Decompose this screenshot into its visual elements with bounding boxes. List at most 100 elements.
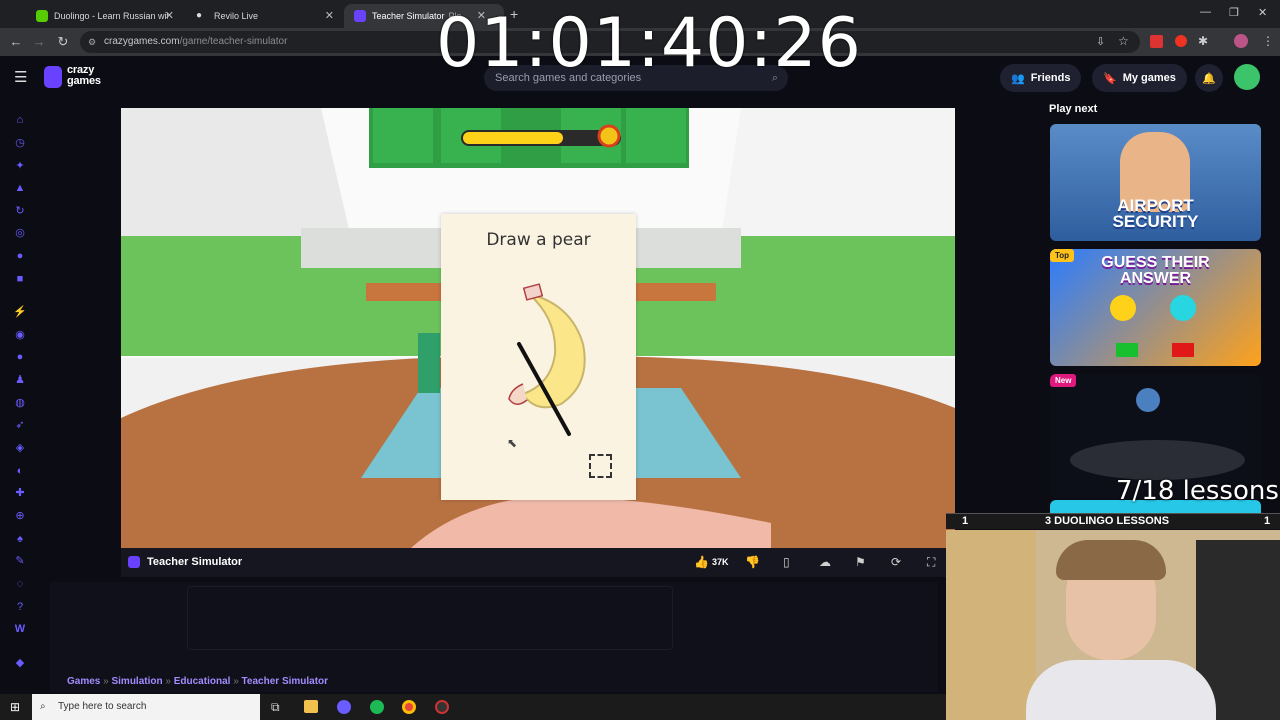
adventure-icon[interactable]: ◉ — [13, 328, 27, 342]
driving-icon[interactable]: ✎ — [13, 554, 27, 568]
bookmark-star-icon[interactable]: ☆ — [1118, 34, 1129, 48]
breadcrumb-educational[interactable]: Educational — [174, 676, 231, 687]
two-player-icon[interactable]: ■ — [13, 272, 27, 286]
windows-taskbar: ⊞ ⌕ Type here to search ⧉ — [0, 694, 946, 720]
card-title: AIRPORT SECURITY — [1112, 196, 1199, 231]
user-avatar[interactable] — [1234, 64, 1260, 90]
extension-icon[interactable] — [1150, 35, 1163, 48]
taskbar-search-input[interactable]: ⌕ Type here to search — [32, 694, 260, 720]
multiplayer-icon[interactable]: ● — [13, 249, 27, 263]
tab-revilo-live[interactable]: ● Revilo Live ✕ — [186, 4, 342, 28]
my-games-button[interactable]: 🔖 My games — [1092, 64, 1187, 92]
bookmark-icon[interactable]: ▯ — [783, 555, 790, 569]
recent-icon[interactable]: ◷ — [13, 136, 27, 150]
report-icon[interactable]: ⚑ — [855, 555, 866, 569]
new-badge: New — [1050, 374, 1077, 387]
goal-left-count: 1 — [962, 515, 969, 527]
share-icon[interactable]: ⟳ — [891, 555, 901, 569]
extension-icon[interactable] — [1175, 35, 1187, 47]
back-icon[interactable]: ← — [8, 34, 24, 49]
fullscreen-icon[interactable]: ⛶ — [927, 555, 935, 570]
crazygames-icon — [354, 10, 366, 22]
forward-icon[interactable]: → — [31, 34, 47, 49]
casual-icon[interactable]: ◐ — [13, 464, 27, 478]
close-tab-icon[interactable]: ✕ — [325, 9, 334, 22]
extensions-puzzle-icon[interactable]: ✱ — [1198, 34, 1208, 48]
lessons-progress-overlay: 7/18 lessons — [1116, 476, 1279, 506]
flame-icon: ● — [196, 10, 203, 21]
game-card-guess-their-answer[interactable]: Top GUESS THEIR ANSWER — [1050, 249, 1261, 366]
crazygames-logo-icon[interactable] — [44, 66, 62, 88]
window-close-icon[interactable]: ✕ — [1258, 6, 1267, 19]
profile-avatar[interactable] — [1234, 34, 1248, 48]
breadcrumb-teacher-simulator[interactable]: Teacher Simulator — [242, 676, 329, 687]
streamer-shirt — [1026, 660, 1216, 720]
dress-up-icon[interactable]: ♠ — [13, 532, 27, 546]
site-logo[interactable]: crazy games — [67, 65, 101, 87]
bookmark-icon: 🔖 — [1103, 72, 1117, 85]
updated-icon[interactable]: ↻ — [13, 204, 27, 218]
bike-icon[interactable]: ◍ — [13, 396, 27, 410]
drawing-card[interactable]: Draw a pear — [441, 214, 636, 500]
friends-button[interactable]: 👥 Friends — [1000, 64, 1082, 92]
windows-start-icon[interactable]: ⊞ — [10, 700, 20, 714]
game-logo-icon — [128, 556, 140, 568]
basketball-icon[interactable]: ● — [13, 350, 27, 364]
reload-icon[interactable]: ↻ — [55, 34, 71, 50]
taskbar-search-placeholder: Type here to search — [58, 701, 147, 712]
stamp-box[interactable] — [589, 454, 612, 478]
drawing-prompt: Draw a pear — [486, 230, 591, 250]
game-card-airport-security[interactable]: AIRPORT SECURITY — [1050, 124, 1261, 241]
tab-duolingo[interactable]: Duolingo - Learn Russian with M ✕ — [26, 4, 182, 28]
logo-line2: games — [67, 75, 101, 87]
puzzle-icon[interactable]: ? — [13, 600, 27, 614]
my-games-label: My games — [1122, 72, 1176, 84]
new-icon[interactable]: ✦ — [13, 159, 27, 173]
game-canvas[interactable]: Draw a pear ⬉ — [121, 108, 955, 548]
breadcrumb-games[interactable]: Games — [67, 676, 100, 687]
duolingo-icon — [36, 10, 48, 22]
minimize-icon[interactable]: — — [1200, 6, 1211, 18]
cloud-save-icon[interactable]: ☁ — [819, 555, 831, 569]
category-rail: ⌂ ◷ ✦ ▲ ↻ ◎ ● ■ ⚡ ◉ ● ♟ ◍ ➶ ◈ ◐ ✚ ⊕ ♠ ✎ … — [0, 100, 42, 695]
maximize-icon[interactable]: ❐ — [1229, 6, 1239, 19]
home-icon[interactable]: ⌂ — [13, 113, 27, 127]
webcam-feed — [946, 530, 1280, 720]
earth-icon — [1136, 388, 1160, 412]
like-icon[interactable]: 👍 — [694, 555, 709, 569]
spotify-icon[interactable] — [370, 700, 384, 714]
controller-icon[interactable]: ⊕ — [13, 509, 27, 523]
bell-icon: 🔔 — [1202, 72, 1216, 85]
card-icon[interactable]: ◈ — [13, 441, 27, 455]
chrome-icon[interactable] — [402, 700, 416, 714]
escape-icon[interactable]: ◌ — [13, 577, 27, 591]
green-button — [1116, 343, 1138, 357]
close-tab-icon[interactable]: ✕ — [165, 9, 174, 22]
breadcrumb: Games » Simulation » Educational » Teach… — [67, 676, 328, 687]
streamer-hair — [1056, 540, 1166, 580]
discord-icon[interactable] — [337, 700, 351, 714]
trending-icon[interactable]: ▲ — [13, 181, 27, 195]
task-view-icon[interactable]: ⧉ — [271, 700, 280, 715]
like-count: 37K — [712, 557, 729, 567]
clicker-icon[interactable]: ✚ — [13, 486, 27, 500]
install-app-icon[interactable]: ⇩ — [1096, 35, 1105, 48]
tags-icon[interactable]: ◆ — [13, 656, 27, 670]
file-explorer-icon[interactable] — [304, 700, 318, 713]
browser-menu-icon[interactable]: ⋮ — [1262, 34, 1274, 48]
originals-icon[interactable]: ◎ — [13, 226, 27, 240]
dislike-icon[interactable]: 👎 — [745, 555, 760, 569]
url-domain: crazygames.com — [104, 36, 180, 47]
game-toolbar: Teacher Simulator 👍 37K 👎 ▯ ☁ ⚑ ⟳ ⛶ — [121, 548, 955, 577]
action-icon[interactable]: ⚡ — [13, 305, 27, 319]
url-path: /game/teacher-simulator — [179, 36, 288, 47]
breadcrumb-simulation[interactable]: Simulation — [111, 676, 162, 687]
word-icon[interactable]: W — [13, 622, 27, 636]
notifications-button[interactable]: 🔔 — [1195, 64, 1223, 92]
site-info-icon[interactable]: ⚙ — [88, 31, 96, 53]
hamburger-menu-icon[interactable]: ☰ — [14, 68, 27, 86]
car-icon[interactable]: ➶ — [13, 418, 27, 432]
beauty-icon[interactable]: ♟ — [13, 373, 27, 387]
obs-icon[interactable] — [435, 700, 449, 714]
duolingo-goal-bar: 1 3 DUOLINGO LESSONS 1 — [946, 513, 1280, 529]
